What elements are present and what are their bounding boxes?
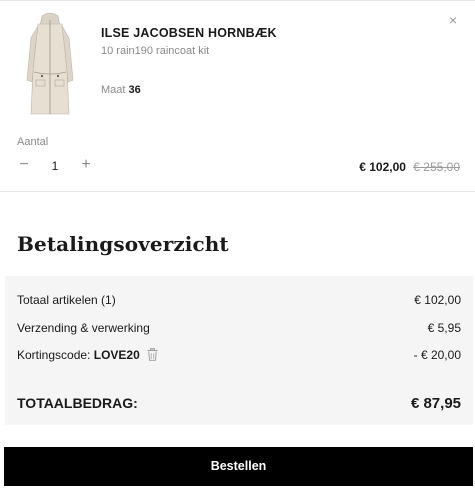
total-label: TOTAALBEDRAG: — [17, 395, 138, 411]
summary-row-discount: Kortingscode: LOVE20 - € 20,00 — [17, 348, 461, 362]
product-size: Maat 36 — [101, 84, 141, 96]
product-image[interactable] — [20, 10, 80, 120]
quantity-increase-button[interactable]: + — [78, 156, 94, 174]
product-name[interactable]: 10 rain190 raincoat kit — [101, 45, 209, 57]
order-button[interactable]: Bestellen — [4, 447, 473, 486]
top-divider — [0, 0, 475, 1]
summary-row-shipping: Verzending & verwerking € 5,95 — [17, 321, 461, 335]
product-brand[interactable]: ILSE JACOBSEN HORNBÆK — [101, 26, 277, 40]
summary-title: Betalingsoverzicht — [17, 232, 229, 256]
summary-row-total: TOTAALBEDRAG: € 87,95 — [17, 395, 461, 412]
remove-discount-trash-icon[interactable] — [147, 348, 158, 361]
price-old: € 255,00 — [413, 160, 460, 174]
summary-row-value: € 102,00 — [414, 293, 461, 307]
discount-label: Kortingscode: — [17, 348, 91, 362]
size-label: Maat — [101, 84, 126, 96]
quantity-value[interactable]: 1 — [45, 159, 65, 173]
quantity-label: Aantal — [17, 136, 49, 148]
remove-item-close-icon[interactable]: × — [445, 12, 461, 28]
cart-page: ILSE JACOBSEN HORNBÆK 10 rain190 raincoa… — [0, 0, 475, 489]
item-price: € 102,00 € 255,00 — [359, 160, 460, 174]
summary-row-label: Verzending & verwerking — [17, 321, 150, 335]
summary-row-value: € 5,95 — [427, 321, 461, 335]
section-divider — [0, 191, 475, 192]
discount-code: LOVE20 — [93, 348, 140, 362]
summary-row-value: - € 20,00 — [413, 348, 461, 362]
total-value: € 87,95 — [410, 395, 461, 412]
size-value: 36 — [128, 84, 141, 96]
summary-row-items: Totaal artikelen (1) € 102,00 — [17, 293, 461, 307]
summary-row-label: Totaal artikelen (1) — [17, 293, 116, 307]
quantity-decrease-button[interactable]: − — [16, 156, 32, 174]
price-current: € 102,00 — [359, 160, 406, 174]
